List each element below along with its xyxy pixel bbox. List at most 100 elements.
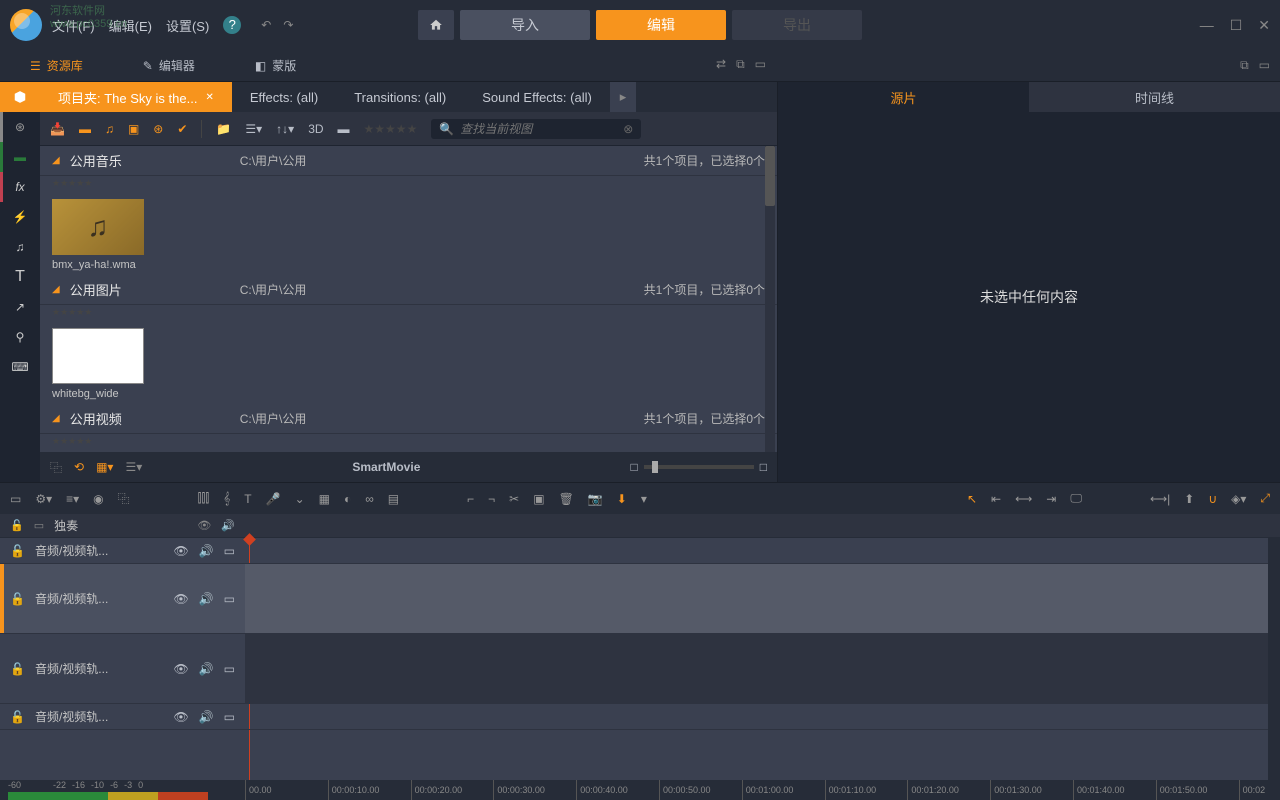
3d-icon[interactable]: 3D xyxy=(308,122,323,136)
scrollbar-v[interactable] xyxy=(1268,538,1280,780)
speaker-icon[interactable]: 🔊 xyxy=(221,519,235,532)
mark-out-icon[interactable]: ¬ xyxy=(488,492,495,506)
preview-tab-source[interactable]: 源片 xyxy=(778,82,1029,112)
cut-icon[interactable]: ⌄ xyxy=(295,492,305,506)
monitor-small-icon[interactable]: ▭ xyxy=(224,544,235,558)
marker-icon[interactable]: ⬇ xyxy=(617,492,627,506)
monitor-small-icon[interactable]: ▭ xyxy=(224,710,235,724)
close-icon[interactable]: ✕ xyxy=(1258,17,1270,34)
mark-in-icon[interactable]: ⌐ xyxy=(467,492,474,506)
lock-icon[interactable]: 🔓 xyxy=(10,662,25,676)
track-lanes[interactable] xyxy=(245,538,1280,780)
asset-tab-add[interactable]: ▸ xyxy=(610,82,637,112)
tag-icon[interactable]: ▬ xyxy=(338,122,350,136)
dropdown-icon[interactable]: ▾ xyxy=(641,492,647,506)
sync-icon[interactable]: ⟲ xyxy=(74,460,84,474)
menu-settings[interactable]: 设置(S) xyxy=(166,16,209,35)
eye-icon[interactable]: 👁 xyxy=(197,519,211,532)
disc-icon[interactable]: ◉ xyxy=(93,492,103,506)
sidebar-fx[interactable]: fx xyxy=(0,172,40,202)
target-icon[interactable]: ⊛ xyxy=(153,122,163,136)
eye-icon[interactable]: 👁 xyxy=(173,662,188,676)
list-view-icon[interactable]: ☰▾ xyxy=(245,122,262,136)
treble-icon[interactable]: 𝄞 xyxy=(223,491,230,506)
mixer-icon[interactable]: ⫿⫿⫿ xyxy=(198,491,210,506)
category-images[interactable]: ◢ 公用图片 C:\用户\公用 共1个项目，已选择0个 xyxy=(40,275,777,305)
eye-icon[interactable]: 👁 xyxy=(173,592,188,606)
monitor-small-icon[interactable]: ▭ xyxy=(224,592,235,606)
link-icon[interactable]: ∞ xyxy=(365,492,374,506)
preview-tab-timeline[interactable]: 时间线 xyxy=(1029,82,1280,112)
zoom-in-icon[interactable]: □ xyxy=(760,460,767,474)
stars-filter[interactable]: ★★★★★ xyxy=(40,176,777,191)
tab-editor[interactable]: ✎编辑器 xyxy=(113,57,225,74)
undo-icon[interactable]: ↶ xyxy=(261,18,271,32)
asset-thumb[interactable]: bmx_ya-ha!.wma xyxy=(52,199,144,271)
menu-file[interactable]: 文件(F) xyxy=(52,16,95,35)
speaker-icon[interactable]: 🔊 xyxy=(199,662,214,676)
fit-icon[interactable]: ⟷| xyxy=(1150,492,1170,506)
export-tl-icon[interactable]: ⬆ xyxy=(1184,492,1194,506)
sidebar-keyboard[interactable]: ⌨ xyxy=(0,352,40,382)
pointer-icon[interactable]: ↖ xyxy=(967,492,977,506)
speaker-icon[interactable]: 🔊 xyxy=(199,592,214,606)
fullscreen-preview-icon[interactable]: ▭ xyxy=(1259,58,1270,72)
rating-icon[interactable]: ★★★★★ xyxy=(364,122,418,136)
grid-view-icon[interactable]: ▦▾ xyxy=(96,460,113,474)
import-button[interactable]: 导入 xyxy=(460,10,590,40)
tab-library[interactable]: ☰资源库 xyxy=(0,57,113,74)
export-button[interactable]: 导出 xyxy=(732,10,862,40)
minimize-icon[interactable]: — xyxy=(1200,17,1214,34)
sidebar-target[interactable]: ⊛ xyxy=(0,112,40,142)
grid-icon[interactable]: ▦ xyxy=(319,492,330,506)
track-header-1[interactable]: 🔓 音频/视频轨... 👁 🔊 ▭ xyxy=(0,538,245,564)
effect-icon[interactable]: ◐ xyxy=(344,492,351,506)
audio-icon[interactable]: ♫ xyxy=(105,122,114,136)
menu-edit[interactable]: 编辑(E) xyxy=(109,16,152,35)
tool-icon[interactable]: ▭ xyxy=(10,492,21,506)
sidebar-text[interactable]: T xyxy=(0,262,40,292)
sidebar-box[interactable] xyxy=(0,82,40,112)
asset-tab-effects[interactable]: Effects: (all) xyxy=(232,82,336,112)
lock-icon[interactable]: 🔓 xyxy=(10,544,25,558)
lock-icon[interactable]: 🔓 xyxy=(10,710,25,724)
stars-filter[interactable]: ★★★★★ xyxy=(40,305,777,320)
layers-icon[interactable]: ⿻ xyxy=(118,490,130,507)
smartmovie-label[interactable]: SmartMovie xyxy=(352,460,420,474)
track-header-4[interactable]: 🔓 音频/视频轨... 👁 🔊 ▭ xyxy=(0,704,245,730)
snapshot-icon[interactable]: 📷 xyxy=(588,492,603,506)
popout-icon[interactable]: ⧉ xyxy=(736,57,745,74)
clear-search-icon[interactable]: ⊗ xyxy=(623,122,633,136)
trim-left-icon[interactable]: ⇤ xyxy=(991,492,1001,506)
magnet-icon[interactable]: ∪ xyxy=(1208,492,1217,506)
tab-close-icon[interactable]: ✕ xyxy=(205,92,213,103)
trim-center-icon[interactable]: ⟷ xyxy=(1015,492,1032,506)
time-ruler[interactable]: 00.00 00:00:10.00 00:00:20.00 00:00:30.0… xyxy=(245,780,1280,800)
sidebar-mic[interactable]: ⚲ xyxy=(0,322,40,352)
sidebar-arrow[interactable]: ↗ xyxy=(0,292,40,322)
tab-mask[interactable]: ◧蒙版 xyxy=(225,57,326,74)
track-header-3[interactable]: 🔓 音频/视频轨... 👁 🔊 ▭ xyxy=(0,634,245,704)
eye-icon[interactable]: 👁 xyxy=(173,710,188,724)
check-icon[interactable]: ✔ xyxy=(177,122,187,136)
video-icon[interactable]: ▬ xyxy=(79,122,91,136)
razor-icon[interactable]: ✂ xyxy=(509,492,519,506)
overwrite-icon[interactable]: ▣ xyxy=(533,492,544,506)
mic-icon[interactable]: 🎤 xyxy=(266,492,281,506)
more-icon[interactable]: ☰▾ xyxy=(125,460,142,474)
asset-tab-project[interactable]: 项目夹: The Sky is the...✕ xyxy=(40,82,232,112)
speaker-icon[interactable]: 🔊 xyxy=(199,544,214,558)
menu-help[interactable]: ? xyxy=(223,16,241,34)
search-input[interactable] xyxy=(460,122,617,136)
photo-icon[interactable]: ▣ xyxy=(128,122,139,136)
collapse-icon[interactable]: ▭ xyxy=(34,519,44,532)
trim-right-icon[interactable]: ⇥ xyxy=(1046,492,1056,506)
category-video[interactable]: ◢ 公用视频 C:\用户\公用 共1个项目，已选择0个 xyxy=(40,404,777,434)
scrollbar[interactable] xyxy=(765,146,775,452)
sections-icon[interactable]: ≡▾ xyxy=(66,492,79,506)
folder-icon[interactable]: 📁 xyxy=(216,122,231,136)
zoom-slider[interactable] xyxy=(644,465,754,469)
popout-preview-icon[interactable]: ⧉ xyxy=(1240,58,1249,73)
asset-tab-soundfx[interactable]: Sound Effects: (all) xyxy=(464,82,610,112)
asset-tab-transitions[interactable]: Transitions: (all) xyxy=(336,82,464,112)
